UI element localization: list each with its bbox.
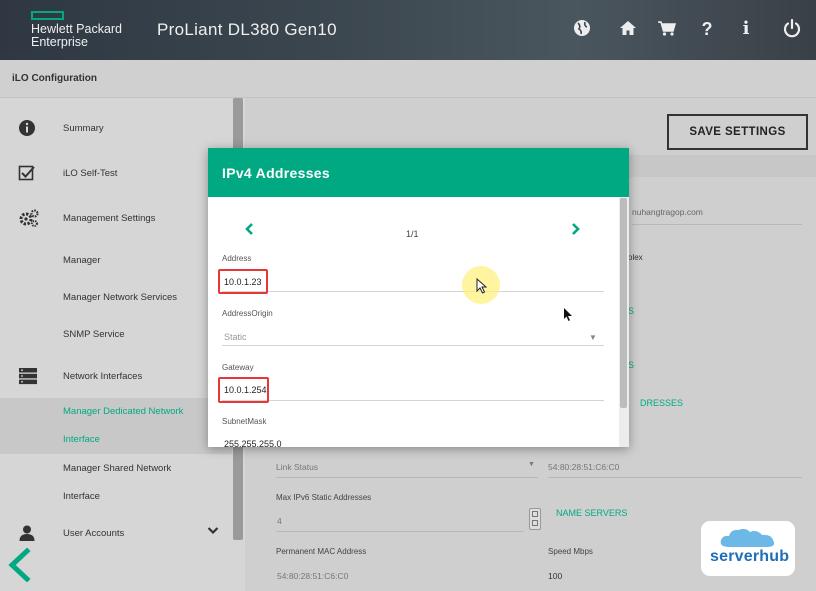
badge-text: serverhub <box>710 548 790 565</box>
page-title: iLO Configuration <box>12 73 97 84</box>
bg-field-line <box>276 477 538 478</box>
chevron-down-icon[interactable] <box>207 526 219 538</box>
save-settings-button[interactable]: SAVE SETTINGS <box>667 114 808 150</box>
sidebar-item-label: Manager Shared Network <box>63 463 172 474</box>
network-icon <box>18 367 37 385</box>
power-icon[interactable] <box>781 18 803 40</box>
sidebar-item-manager-shared-network-interface[interactable]: Manager Shared Network Interface <box>0 457 232 507</box>
sidebar-item-label: SNMP Service <box>63 329 125 340</box>
select-arrow-icon: ▼ <box>589 333 597 342</box>
link-status-select[interactable]: Link Status <box>276 462 318 472</box>
sidebar-item-label: Management Settings <box>63 213 156 224</box>
cloud-icon <box>720 528 775 547</box>
max-ipv6-label: Max IPv6 Static Addresses <box>276 493 372 502</box>
sidebar-item-label: iLO Self-Test <box>63 168 118 179</box>
sidebar-item-manager[interactable]: Manager <box>0 249 232 271</box>
max-ipv6-value[interactable]: 4 <box>277 516 282 526</box>
info-icon[interactable]: i <box>735 18 757 40</box>
speed-label: Speed Mbps <box>548 547 593 556</box>
sidebar-item-summary[interactable]: Summary <box>0 116 232 140</box>
sidebar-item-network-interfaces[interactable]: Network Interfaces <box>0 364 232 388</box>
dialog-title: IPv4 Addresses <box>222 165 330 181</box>
help-icon[interactable]: ? <box>696 18 718 40</box>
page-subheader: iLO Configuration <box>0 60 816 98</box>
address-origin-select[interactable]: Static <box>224 332 247 342</box>
app-header: Hewlett Packard Enterprise ProLiant DL38… <box>0 0 816 60</box>
name-servers-heading: NAME SERVERS <box>556 508 628 518</box>
speed-value: 100 <box>548 571 563 581</box>
address-label: Address <box>222 254 252 263</box>
bg-field-line <box>276 531 524 532</box>
gateway-label: Gateway <box>222 363 254 372</box>
bg-field-line <box>632 224 802 225</box>
bg-addresses-heading: DRESSES <box>640 398 684 408</box>
pager-next-icon[interactable] <box>571 222 581 241</box>
address-highlight-box <box>218 269 268 294</box>
checkbox-icon <box>18 164 36 182</box>
select-arrow-icon: ▼ <box>528 461 535 468</box>
bg-mac-text: 54:80:28:51:C6:C0 <box>548 462 620 472</box>
quantity-stepper[interactable] <box>529 508 541 530</box>
hpe-logo-mark <box>31 11 64 20</box>
brand-line-2: Enterprise <box>31 35 88 49</box>
address-origin-label: AddressOrigin <box>222 309 273 318</box>
sidebar-item-label: Interface <box>63 491 100 502</box>
sidebar-item-label: Interface <box>63 434 100 445</box>
home-icon[interactable] <box>617 18 639 40</box>
sidebar-item-snmp-service[interactable]: SNMP Service <box>0 323 232 345</box>
field-underline <box>222 400 604 401</box>
sidebar-item-label: Manager Dedicated Network <box>63 406 184 417</box>
sidebar-item-label: Summary <box>63 123 104 134</box>
field-underline <box>222 345 604 346</box>
info-circle-icon <box>18 119 36 137</box>
ipv4-addresses-dialog: IPv4 Addresses 1/1 Address 10.0.1.23 Add… <box>208 148 629 447</box>
serverhub-logo: serverhub <box>701 521 795 576</box>
brand-name: Hewlett Packard Enterprise <box>31 23 122 49</box>
mouse-cursor-icon <box>563 307 573 327</box>
sidebar-item-manager-network-services[interactable]: Manager Network Services <box>0 286 232 308</box>
mouse-cursor-icon <box>476 277 488 299</box>
pager-indicator: 1/1 <box>406 229 419 239</box>
user-icon <box>18 524 36 542</box>
cart-icon[interactable] <box>656 18 678 40</box>
permanent-mac-value: 54:80:28:51:C6:C0 <box>277 571 349 581</box>
sidebar-item-management-settings[interactable]: Management Settings <box>0 206 232 230</box>
product-title: ProLiant DL380 Gen10 <box>157 20 337 39</box>
permanent-mac-label: Permanent MAC Address <box>276 547 367 556</box>
sidebar-item-user-accounts[interactable]: User Accounts <box>0 521 232 545</box>
sidebar-item-label: Network Interfaces <box>63 371 143 382</box>
bg-duplex-text: olex <box>628 253 643 262</box>
gateway-highlight-box <box>218 377 269 403</box>
dialog-scrollbar[interactable] <box>620 198 627 408</box>
sidebar-item-label: Manager <box>63 255 101 266</box>
sidebar-item-manager-dedicated-network-interface[interactable]: Manager Dedicated Network Interface <box>0 398 232 454</box>
bg-field-line <box>548 477 802 478</box>
sidebar-item-ilo-self-test[interactable]: iLO Self-Test <box>0 161 232 185</box>
dialog-header: IPv4 Addresses <box>208 148 629 197</box>
subnet-mask-field[interactable]: 255.255.255.0 <box>224 439 282 447</box>
sidebar-item-label: Manager Network Services <box>63 292 178 303</box>
field-underline <box>222 291 604 292</box>
sidebar-item-label: User Accounts <box>63 528 125 539</box>
back-arrow-icon[interactable] <box>6 547 32 591</box>
globe-icon[interactable] <box>571 18 593 40</box>
subnet-mask-label: SubnetMask <box>222 417 267 426</box>
pager-prev-icon[interactable] <box>244 222 254 241</box>
gears-icon <box>18 208 40 227</box>
bg-email-text: nuhangtragop.com <box>632 207 703 217</box>
